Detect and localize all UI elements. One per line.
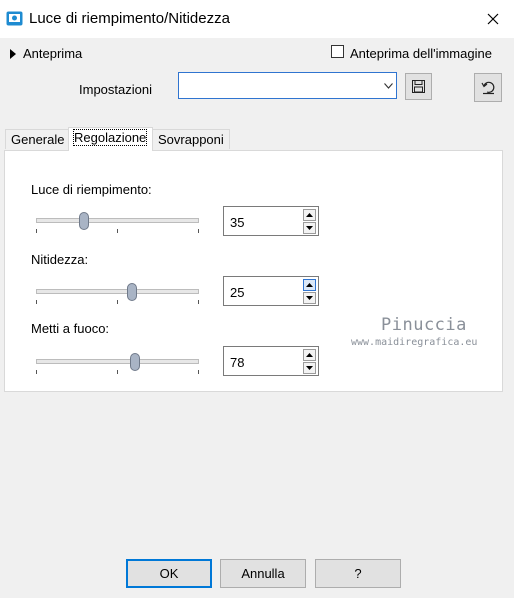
focus-label: Metti a fuoco: — [31, 321, 110, 336]
focus-value[interactable]: 78 — [230, 355, 244, 370]
help-button[interactable]: ? — [315, 559, 401, 588]
focus-slider-track[interactable] — [36, 359, 199, 364]
focus-slider-thumb[interactable] — [130, 353, 140, 371]
fill-light-value[interactable]: 35 — [230, 215, 244, 230]
reset-icon — [480, 81, 494, 95]
cancel-button[interactable]: Annulla — [220, 559, 306, 588]
tab-sovrapponi[interactable]: Sovrapponi — [152, 129, 230, 149]
slider-tick — [198, 300, 199, 304]
slider-tick — [36, 300, 37, 304]
expand-arrow-icon[interactable] — [10, 47, 16, 62]
spin-up-button[interactable] — [303, 349, 316, 361]
tab-regolazione-label: Regolazione — [72, 129, 148, 146]
sharpness-slider-thumb[interactable] — [127, 283, 137, 301]
spin-down-button[interactable] — [303, 222, 316, 234]
ok-button[interactable]: OK — [126, 559, 212, 588]
close-button[interactable] — [478, 5, 508, 33]
window-title: Luce di riempimento/Nitidezza — [29, 10, 230, 27]
fill-light-spinbox[interactable]: 35 — [223, 206, 319, 236]
watermark-url: www.maidiregrafica.eu — [351, 337, 478, 348]
fill-light-slider-thumb[interactable] — [79, 212, 89, 230]
slider-tick — [36, 229, 37, 233]
settings-label: Impostazioni — [79, 82, 152, 97]
fill-light-label: Luce di riempimento: — [31, 182, 152, 197]
arrow-up-icon — [306, 283, 313, 287]
settings-dropdown[interactable] — [178, 72, 397, 99]
fill-light-slider-track[interactable] — [36, 218, 199, 223]
arrow-down-icon — [306, 296, 313, 300]
sharpness-value[interactable]: 25 — [230, 285, 244, 300]
focus-spinbox[interactable]: 78 — [223, 346, 319, 376]
reset-settings-button[interactable] — [474, 73, 502, 102]
spin-down-button[interactable] — [303, 362, 316, 374]
save-settings-button[interactable] — [405, 73, 432, 100]
slider-tick — [117, 370, 118, 374]
arrow-up-icon — [306, 213, 313, 217]
slider-tick — [198, 229, 199, 233]
app-icon — [6, 11, 23, 26]
arrow-down-icon — [306, 366, 313, 370]
spin-up-button[interactable] — [303, 209, 316, 221]
sharpness-slider-track[interactable] — [36, 289, 199, 294]
watermark-name: Pinuccia — [381, 315, 467, 335]
tab-generale[interactable]: Generale — [5, 129, 69, 149]
arrow-down-icon — [306, 226, 313, 230]
arrow-up-icon — [306, 353, 313, 357]
slider-tick — [117, 229, 118, 233]
image-preview-label[interactable]: Anteprima dell'immagine — [350, 46, 492, 61]
image-preview-checkbox[interactable] — [331, 45, 344, 58]
spin-up-button[interactable] — [303, 279, 316, 291]
spin-down-button[interactable] — [303, 292, 316, 304]
save-icon — [412, 80, 425, 93]
slider-tick — [117, 300, 118, 304]
close-icon — [487, 13, 499, 25]
preview-toggle-label[interactable]: Anteprima — [23, 46, 82, 61]
chevron-down-icon[interactable] — [380, 73, 396, 98]
sharpness-spinbox[interactable]: 25 — [223, 276, 319, 306]
sharpness-label: Nitidezza: — [31, 252, 89, 267]
slider-tick — [36, 370, 37, 374]
slider-tick — [198, 370, 199, 374]
tab-regolazione[interactable]: Regolazione — [68, 127, 153, 151]
